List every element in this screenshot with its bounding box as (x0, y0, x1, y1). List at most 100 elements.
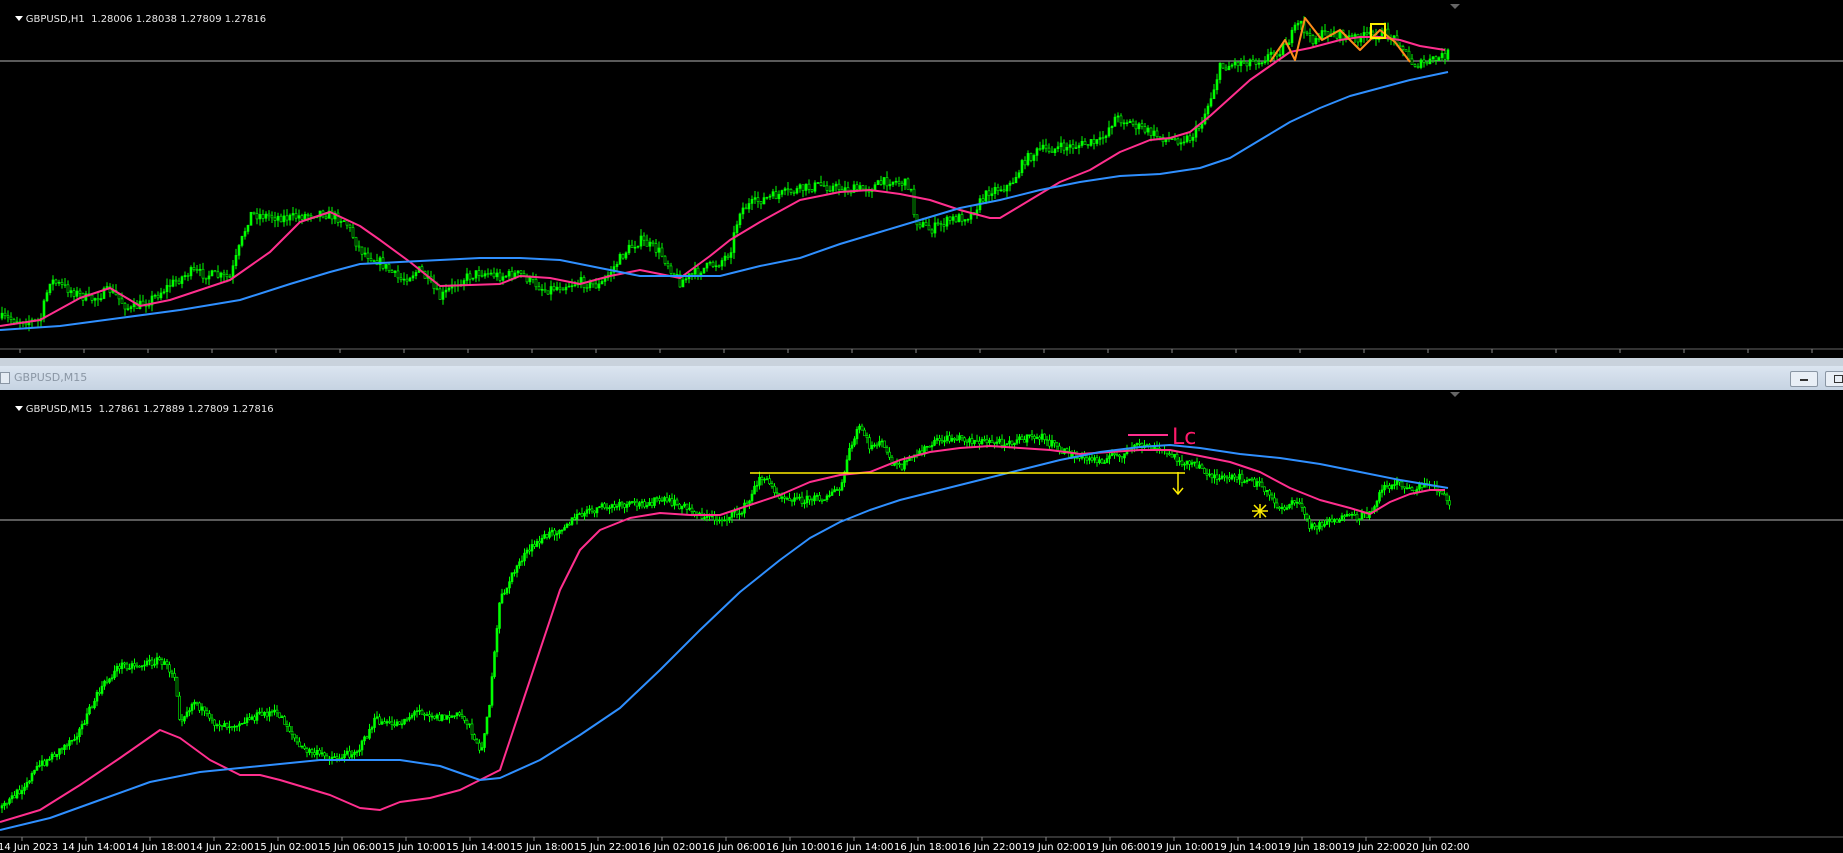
candle-body (834, 183, 838, 187)
candle-body (1353, 34, 1357, 37)
candle-body (1038, 148, 1042, 150)
candle-body (489, 272, 493, 275)
candle-body (885, 447, 889, 453)
chart-splitter[interactable] (0, 358, 1843, 366)
candle-body (516, 270, 520, 274)
candle-body (1233, 474, 1236, 478)
candle-body (279, 215, 283, 223)
candle-body (1360, 512, 1364, 520)
candle-body (133, 663, 136, 667)
candle-body (807, 183, 811, 190)
candle-body (300, 215, 304, 220)
m15-fast-moving-average (0, 445, 1445, 823)
candle-body (795, 188, 799, 194)
candle-body (663, 497, 666, 502)
candle-body (900, 182, 904, 186)
h1-price-chart[interactable] (0, 0, 1843, 358)
candle-body (160, 659, 164, 665)
candle-body (759, 201, 763, 205)
candle-body (638, 502, 641, 507)
candle-body (275, 709, 279, 714)
candle-body (678, 503, 681, 510)
candle-body (216, 271, 220, 278)
candle-body (1203, 468, 1206, 474)
candle-body (478, 742, 481, 751)
candle-body (297, 215, 301, 219)
candle-body (792, 192, 796, 194)
candle-body (1149, 127, 1153, 136)
candle-body (72, 290, 76, 297)
m15-window-titlebar[interactable]: GBPUSD,M15 (0, 366, 1843, 391)
candle-body (804, 183, 808, 191)
candle-body (735, 224, 739, 233)
candle-body (925, 446, 929, 448)
m15-price-chart[interactable]: Lc 14 Jun 2023 14 Jun 14:00 14 Jun 18:00 14 … (0, 390, 1843, 853)
candle-body (1143, 126, 1147, 133)
candle-body (477, 270, 481, 276)
candle-body (819, 182, 823, 186)
candle-body (1359, 37, 1363, 43)
h1-chart-window[interactable]: GBPUSD,H1 1.28006 1.28038 1.27809 1.2781… (0, 0, 1843, 358)
candle-body (390, 270, 394, 273)
candle-body (726, 255, 730, 258)
m15-chart-window[interactable]: Lc 14 Jun 2023 14 Jun 14:00 14 Jun 18:00 14 … (0, 390, 1843, 853)
candle-body (1300, 503, 1304, 508)
candle-body (370, 727, 374, 730)
candle-body (1045, 439, 1049, 441)
candle-body (365, 736, 369, 739)
candle-body (405, 278, 409, 282)
candle-body (818, 495, 821, 501)
candle-body (159, 292, 163, 299)
candle-body (822, 184, 826, 187)
candle-body (460, 714, 464, 717)
candle-body (699, 272, 703, 276)
candle-body (388, 721, 391, 723)
candle-body (954, 216, 958, 223)
candle-body (783, 188, 787, 191)
candle-body (825, 185, 829, 191)
candle-body (1365, 32, 1369, 35)
candle-body (351, 227, 355, 238)
candle-body (1419, 59, 1423, 68)
candle-body (753, 485, 756, 495)
candle-body (996, 187, 1000, 191)
candle-body (640, 501, 644, 504)
candle-body (519, 270, 523, 274)
candle-body (480, 275, 484, 277)
candle-body (325, 755, 329, 760)
candle-body (1238, 473, 1241, 480)
candle-body (418, 710, 421, 712)
dropdown-triangle-icon[interactable] (14, 16, 23, 21)
candle-body (430, 715, 434, 718)
candle-body (828, 190, 832, 192)
minimize-icon[interactable] (1790, 371, 1818, 387)
candle-body (48, 283, 52, 293)
candle-body (180, 719, 184, 722)
candle-body (1053, 440, 1056, 444)
candle-body (438, 288, 442, 300)
candle-body (483, 273, 487, 277)
candle-body (1273, 497, 1276, 504)
candle-body (558, 529, 561, 534)
candle-body (171, 279, 175, 287)
candle-body (103, 680, 106, 687)
candle-body (960, 435, 964, 439)
candle-body (73, 739, 76, 741)
candle-body (1179, 142, 1183, 145)
restore-icon[interactable] (1825, 371, 1843, 387)
candle-body (1205, 472, 1209, 476)
candle-body (96, 298, 100, 301)
dropdown-triangle-icon[interactable] (14, 406, 23, 411)
candle-body (3, 312, 7, 316)
candle-body (909, 188, 913, 191)
candle-body (898, 463, 901, 466)
candle-body (565, 523, 569, 528)
candle-body (285, 724, 289, 727)
candle-body (1198, 464, 1201, 469)
candle-body (563, 527, 566, 531)
candle-body (1318, 522, 1321, 530)
candle-body (1183, 463, 1186, 466)
candle-body (1335, 519, 1339, 523)
candle-body (290, 730, 294, 735)
candle-body (1224, 67, 1228, 71)
